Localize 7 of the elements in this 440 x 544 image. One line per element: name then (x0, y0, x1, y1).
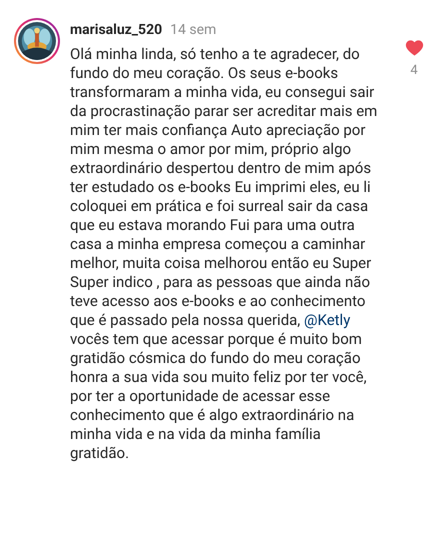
comment-text: Olá minha linda, só tenho a te agradecer, do fundo do meu coração. Os seus e-books transformaram a minha vida, eu consegui sair da procrastinação parar ser acreditar mais em mim ter mais confiança Auto apreciação por mim mesma o amor por mim, próprio algo extraordinário despertou dentro de mim após ter estudado os e-books Eu imprimi eles, eu li coloquei em prática e foi surreal sair da casa que eu estava morando Fui para uma outra casa a minha empresa começou a caminhar melhor, muita coisa melhorou então eu Super Super indico , para as pessoas que ainda não teve acesso aos e-books e ao conhecimento que é passado pela nossa querida, @Ketly vocês tem que acessar porque é muito bom gratidão cósmica do fundo do meu coração honra a sua vida sou muito feliz por ter você, por ter a oportunidade de acessar esse conhecimento que é algo extraordinário na minha vida e na vida da minha família gratidão. (70, 45, 378, 463)
mention-link[interactable]: @Ketly (304, 311, 350, 329)
heart-icon[interactable] (404, 38, 424, 57)
username[interactable]: marisaluz_520 (70, 20, 162, 41)
like-count: 4 (410, 62, 418, 80)
avatar-ring[interactable] (14, 18, 60, 64)
timestamp: 14 sem (170, 21, 216, 40)
